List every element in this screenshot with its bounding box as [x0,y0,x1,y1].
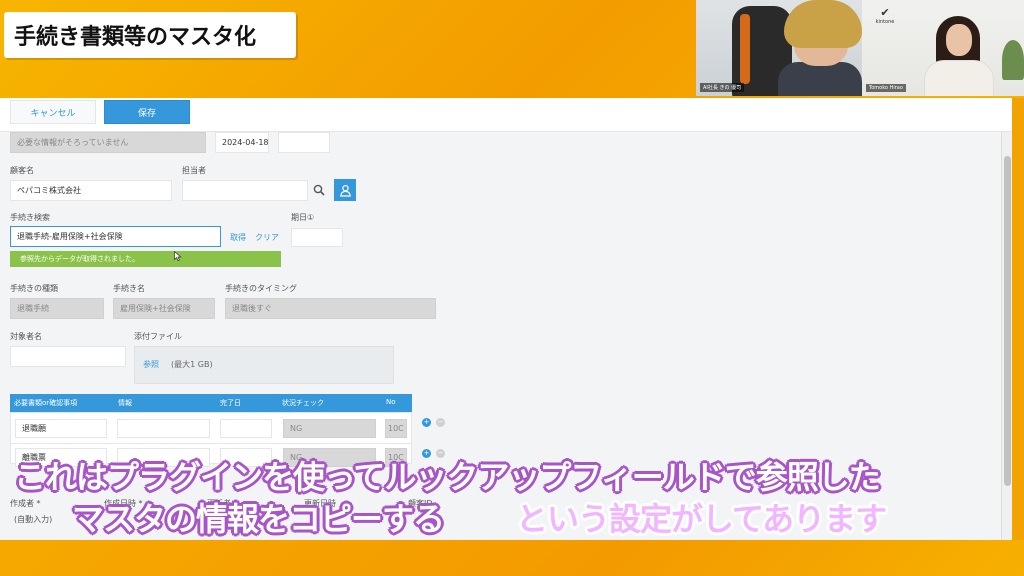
save-button[interactable]: 保存 [104,100,190,124]
lookup-get-link[interactable]: 取得 [230,232,246,243]
deadline-label: 期日① [291,213,315,222]
presenter-body [778,62,862,96]
webcam-presenter-1: AI社長 きの 優司 [696,0,862,96]
deadline-field[interactable] [291,228,343,247]
mouse-cursor-icon [174,251,182,261]
proc-type-field: 退職手続 [10,298,104,319]
subtable-header: 必要書類or確認事項 情報 完了日 状況チェック No [10,394,412,412]
subtitle-line-2: マスタの情報をコピーする [72,500,445,538]
status-field: 必要な情報がそろっていません [10,132,206,153]
webcam-presenter-2: ✔ kintone Tomoko Hirao [862,0,1024,96]
add-row-icon[interactable]: + [422,418,431,427]
webcam-name-label: Tomoko Hirao [866,84,906,92]
customer-field[interactable]: ペパコミ株式会社 [10,180,172,201]
overlay-bottom-banner [0,540,1024,576]
scrollbar-thumb[interactable] [1004,156,1011,486]
search-button[interactable] [309,180,329,200]
row1-item-field[interactable]: 退職願 [15,419,107,438]
proc-name-field: 雇用保険+社会保険 [113,298,215,319]
lookup-clear-link[interactable]: クリア [255,232,279,243]
proc-name-label: 手続き名 [113,284,145,293]
assignee-label: 担当者 [182,166,206,175]
th-done-date: 完了日 [220,399,241,407]
chair-stripe [740,14,750,84]
th-required-docs: 必要書類or確認事項 [14,399,78,407]
checkmark-logo-icon: ✔ [880,6,890,19]
remove-row-icon[interactable]: − [436,418,445,427]
subtitle-line-1: これはプラグインを使ってルックアップフィールドで参照した [14,458,881,496]
video-title: 手続き書類等のマスタ化 [14,25,257,50]
webcam-name-label: AI社長 きの 優司 [700,83,745,92]
plant-decoration [1002,40,1024,80]
row1-date-field[interactable] [220,419,272,438]
presenter-face [946,24,972,56]
edit-toolbar: キャンセル 保存 [0,98,1012,132]
video-title-box: 手続き書類等のマスタ化 [4,12,296,58]
attach-size-limit: (最大1 GB) [171,360,213,369]
proc-timing-field: 退職後すぐ [225,298,436,319]
vertical-scrollbar[interactable] [1001,132,1012,540]
logo-text: kintone [875,19,895,25]
lookup-field[interactable]: 退職手続-雇用保険+社会保険 [10,226,221,247]
attachment-dropzone[interactable]: 参照 (最大1 GB) [134,346,394,384]
cancel-button[interactable]: キャンセル [10,100,96,124]
th-no: No [386,398,396,406]
th-status-check: 状況チェック [282,399,324,407]
overlay-right-border [1012,98,1024,540]
row1-no-field: 10C [385,419,407,438]
user-select-button[interactable] [334,179,356,201]
assignee-field[interactable] [182,180,308,201]
subtitle-line-2-highlight: という設定がしてあります [516,500,887,538]
creator-value: (自動入力) [14,515,53,524]
search-icon [313,184,325,196]
attach-browse-link[interactable]: 参照 [143,359,159,370]
attach-label: 添付ファイル [134,332,182,341]
target-label: 対象者名 [10,332,42,341]
row1-status-field: NG [283,419,376,438]
user-icon [339,184,351,197]
row1-info-field[interactable] [117,419,210,438]
date-field[interactable]: 2024-04-18 [215,132,269,153]
presenter-hair [784,0,862,48]
creator-label: 作成者 * [10,499,41,508]
proc-type-label: 手続きの種類 [10,284,58,293]
th-info: 情報 [118,399,132,407]
customer-label: 顧客名 [10,166,34,175]
target-field[interactable] [10,346,126,367]
proc-timing-label: 手続きのタイミング [225,284,297,293]
presenter-body [924,60,994,96]
kintone-award-logo: ✔ kintone [870,6,900,25]
lookup-success-notice: 参照先からデータが取得されました。 [10,251,281,267]
lookup-label: 手続き検索 [10,213,50,222]
time-field[interactable] [278,132,330,153]
